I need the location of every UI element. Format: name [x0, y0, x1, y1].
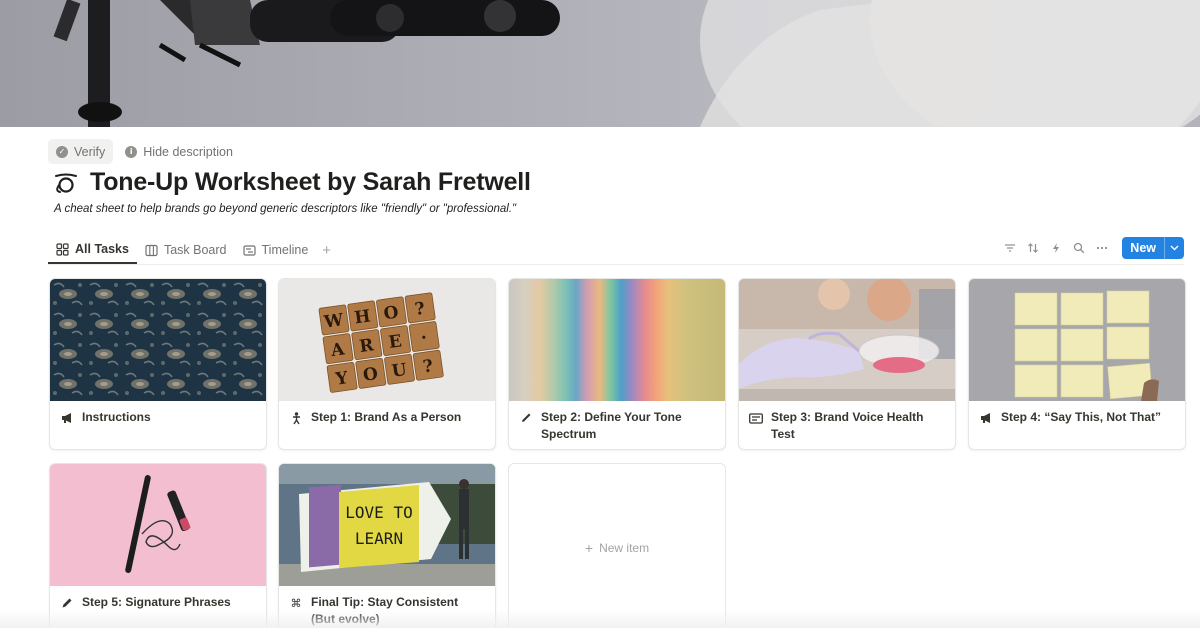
pen-icon: [60, 596, 74, 610]
chevron-down-icon[interactable]: [1164, 237, 1184, 259]
search-icon[interactable]: [1072, 242, 1085, 255]
tab-timeline[interactable]: Timeline: [235, 236, 317, 264]
card-cover-image: LOVE TO LEARN: [279, 464, 495, 586]
tab-label: Task Board: [163, 243, 227, 257]
board-icon: [145, 244, 158, 256]
tab-all-tasks[interactable]: All Tasks: [48, 236, 137, 264]
gallery-card[interactable]: Step 2: Define Your Tone Spectrum: [508, 278, 726, 450]
card-caption: Instructions: [50, 401, 266, 426]
gallery-card[interactable]: W H O? A R E · Y O U? Step 1: Brand As a Person: [278, 278, 496, 450]
card-caption: Step 2: Define Your Tone Spectrum: [509, 401, 725, 443]
database-toolbar: New: [1003, 237, 1184, 259]
new-button[interactable]: New: [1122, 237, 1184, 259]
bottom-scroll-fade: [0, 610, 1200, 628]
megaphone-icon: [60, 411, 74, 425]
timeline-icon: [242, 244, 256, 256]
plus-icon: +: [584, 540, 594, 556]
pencil-icon: [519, 411, 533, 425]
card-title: Step 3: Brand Voice Health Test: [771, 410, 924, 441]
gallery-card[interactable]: Instructions: [49, 278, 267, 450]
tabs-divider: [48, 264, 1184, 265]
card-caption: Step 5: Signature Phrases: [50, 586, 266, 611]
megaphone-icon: [979, 411, 993, 425]
page-title-row: Tone-Up Worksheet by Sarah Fretwell: [52, 168, 531, 197]
hide-description-button[interactable]: i Hide description: [121, 139, 237, 164]
card-title: Step 1: Brand As a Person: [311, 410, 462, 424]
id-card-icon: [749, 411, 763, 425]
verify-check-icon: ✓: [56, 145, 68, 158]
tab-label: All Tasks: [75, 242, 129, 256]
gallery-card[interactable]: LOVE TO LEARN ⌘ Final Tip: Stay Consiste…: [278, 463, 496, 628]
person-icon: [289, 411, 303, 425]
svg-text:LOVE TO: LOVE TO: [345, 503, 412, 522]
card-title: Step 4: “Say This, Not That”: [1001, 410, 1162, 424]
svg-text:LEARN: LEARN: [355, 529, 403, 548]
command-icon: ⌘: [290, 596, 302, 610]
card-caption: Step 4: “Say This, Not That”: [969, 401, 1185, 426]
card-cover-image: [969, 279, 1185, 401]
add-view-icon[interactable]: +: [316, 236, 337, 264]
svg-text:W: W: [322, 310, 346, 333]
verify-label: Verify: [74, 144, 106, 159]
microphone-cover-illustration: [53, 0, 1200, 127]
gallery-card[interactable]: Step 5: Signature Phrases: [49, 463, 267, 628]
card-title: Step 5: Signature Phrases: [82, 595, 231, 609]
loop-icon[interactable]: [52, 169, 80, 197]
card-cover-image: [739, 279, 955, 401]
card-caption: Step 3: Brand Voice Health Test: [739, 401, 955, 443]
new-item-label: New item: [599, 541, 650, 555]
new-item-card[interactable]: + New item: [508, 463, 726, 628]
svg-text:O: O: [362, 364, 380, 386]
card-cover-image: [50, 279, 266, 401]
view-tabs: All Tasks Task Board Timeline +: [48, 236, 337, 264]
page-title[interactable]: Tone-Up Worksheet by Sarah Fretwell: [90, 168, 531, 197]
card-caption: Step 1: Brand As a Person: [279, 401, 495, 426]
verify-button[interactable]: ✓ Verify: [48, 139, 114, 164]
svg-text:U: U: [391, 360, 409, 382]
page-description[interactable]: A cheat sheet to help brands go beyond g…: [54, 203, 516, 215]
page-actions: ✓ Verify i Hide description: [48, 139, 237, 164]
svg-text:H: H: [353, 306, 372, 328]
svg-text:O: O: [382, 302, 400, 324]
sort-icon[interactable]: [1026, 242, 1039, 255]
tab-label: Timeline: [261, 243, 309, 257]
info-icon: i: [125, 145, 138, 158]
page-cover-image: [0, 0, 1200, 127]
card-title: Instructions: [82, 410, 151, 424]
card-title: Step 2: Define Your Tone Spectrum: [541, 410, 682, 441]
card-cover-image: W H O? A R E · Y O U?: [279, 279, 495, 401]
filter-icon[interactable]: [1003, 242, 1016, 255]
automation-icon[interactable]: [1049, 242, 1062, 255]
tab-task-board[interactable]: Task Board: [137, 236, 235, 264]
hide-description-label: Hide description: [143, 144, 233, 159]
gallery-card[interactable]: Step 3: Brand Voice Health Test: [738, 278, 956, 450]
more-icon[interactable]: [1095, 242, 1108, 255]
new-button-label: New: [1130, 241, 1156, 255]
gallery-icon: [56, 242, 69, 256]
card-cover-image: [509, 279, 725, 401]
card-cover-image: [50, 464, 266, 586]
gallery-card[interactable]: Step 4: “Say This, Not That”: [968, 278, 1186, 450]
